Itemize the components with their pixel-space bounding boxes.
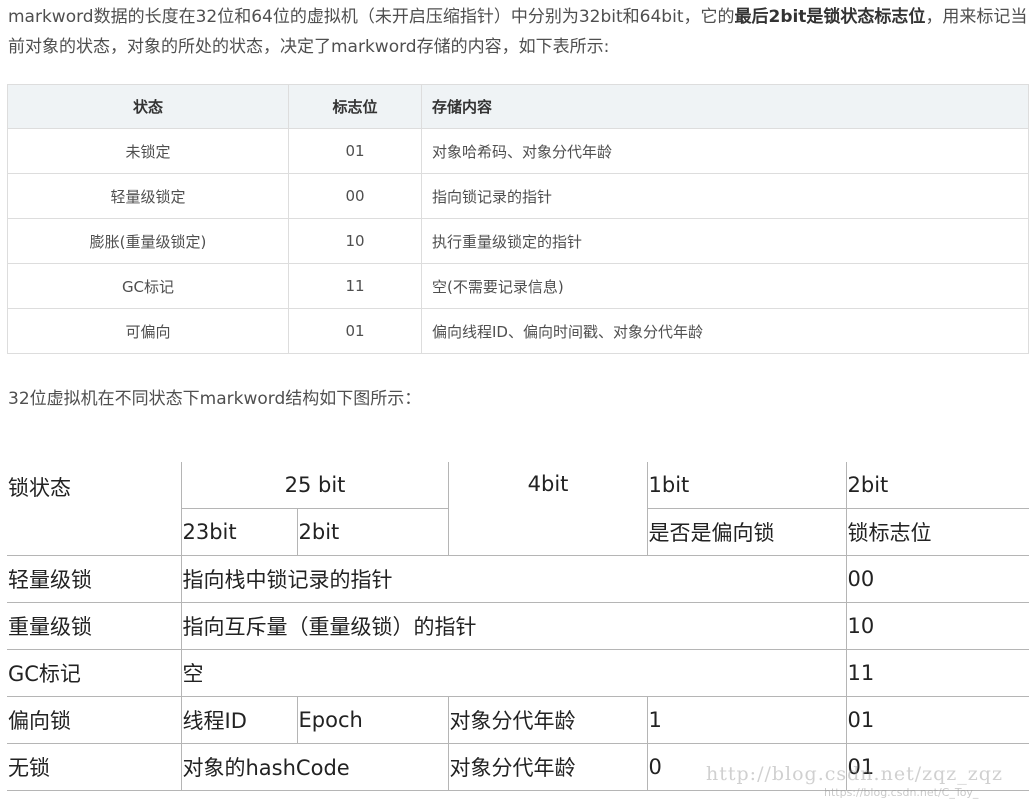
- header-state: 状态: [7, 84, 289, 129]
- cell-content: 对象哈希码、对象分代年龄: [421, 128, 1029, 174]
- row-name: 轻量级锁: [7, 555, 182, 603]
- intro-text-1: markword数据的长度在32位和64位的虚拟机（未开启压缩指针）中分别为32…: [8, 7, 735, 27]
- table-row: 可偏向 01 偏向线程ID、偏向时间戳、对象分代年龄: [7, 308, 1029, 354]
- table-row: 轻量级锁 指向栈中锁记录的指针 00: [7, 555, 1029, 603]
- figure-caption: 32位虚拟机在不同状态下markword结构如下图所示：: [8, 389, 422, 409]
- row-age: 对象分代年龄: [447, 696, 648, 744]
- cell-flag: 11: [288, 263, 422, 309]
- cell-flag: 00: [288, 173, 422, 219]
- row-name: GC标记: [7, 649, 182, 697]
- markword-structure-table: 锁状态 25 bit 4bit 1bit 2bit 23bit 2bit 是否是…: [7, 462, 1029, 791]
- table-row: 偏向锁 线程ID Epoch 对象分代年龄 1 01: [7, 696, 1029, 744]
- row-content: 指向栈中锁记录的指针: [180, 555, 847, 603]
- markword-state-table: 状态 标志位 存储内容 未锁定 01 对象哈希码、对象分代年龄 轻量级锁定 00…: [7, 84, 1029, 354]
- watermark: http://blog.csdn.net/zqz_zqz: [706, 763, 1003, 785]
- intro-bold-text: 最后2bit是锁状态标志位: [734, 7, 926, 27]
- intro-paragraph: markword数据的长度在32位和64位的虚拟机（未开启压缩指针）中分别为32…: [8, 2, 1030, 62]
- cell-content: 执行重量级锁定的指针: [421, 218, 1029, 264]
- row-age: 对象分代年龄: [447, 743, 648, 791]
- row-flag: 01: [845, 696, 1029, 744]
- cell-state: 膨胀(重量级锁定): [7, 218, 289, 264]
- structure-header-row-1: 锁状态 25 bit 4bit 1bit 2bit: [7, 462, 1029, 556]
- header-biased-flag: 是否是偏向锁: [646, 508, 847, 556]
- header-flag: 标志位: [288, 84, 422, 129]
- cell-content: 空(不需要记录信息): [421, 263, 1029, 309]
- row-flag: 00: [845, 555, 1029, 603]
- header-content: 存储内容: [421, 84, 1029, 129]
- cell-content: 指向锁记录的指针: [421, 173, 1029, 219]
- row-flag: 11: [845, 649, 1029, 697]
- row-name: 无锁: [7, 743, 182, 791]
- header-lock-flag: 锁标志位: [845, 508, 1029, 556]
- table-row: 未锁定 01 对象哈希码、对象分代年龄: [7, 128, 1029, 174]
- row-biased-bit: 1: [646, 696, 847, 744]
- cell-state: 可偏向: [7, 308, 289, 354]
- table-header-row: 状态 标志位 存储内容: [7, 84, 1029, 129]
- row-name: 重量级锁: [7, 602, 182, 650]
- cell-content: 偏向线程ID、偏向时间戳、对象分代年龄: [421, 308, 1029, 354]
- table-row: GC标记 空 11: [7, 649, 1029, 697]
- markword-structure-figure: 锁状态 25 bit 4bit 1bit 2bit 23bit 2bit 是否是…: [7, 462, 1029, 796]
- row-content: 空: [180, 649, 847, 697]
- table-row: 重量级锁 指向互斥量（重量级锁）的指针 10: [7, 602, 1029, 650]
- cell-flag: 01: [288, 128, 422, 174]
- cell-state: 未锁定: [7, 128, 289, 174]
- header-2bit: 2bit: [845, 462, 1029, 509]
- cell-flag: 10: [288, 218, 422, 264]
- table-row: GC标记 11 空(不需要记录信息): [7, 263, 1029, 309]
- row-content: 指向互斥量（重量级锁）的指针: [180, 602, 847, 650]
- header-4bit: 4bit: [447, 462, 648, 556]
- cell-state: 轻量级锁定: [7, 173, 289, 219]
- header-2bit-sub: 2bit: [296, 508, 449, 556]
- row-name: 偏向锁: [7, 696, 182, 744]
- header-lock-state: 锁状态: [7, 462, 182, 556]
- row-thread-id: 线程ID: [180, 696, 298, 744]
- cell-state: GC标记: [7, 263, 289, 309]
- table-row: 轻量级锁定 00 指向锁记录的指针: [7, 173, 1029, 219]
- table-row: 膨胀(重量级锁定) 10 执行重量级锁定的指针: [7, 218, 1029, 264]
- header-1bit: 1bit: [646, 462, 847, 509]
- header-23bit: 23bit: [180, 508, 298, 556]
- watermark-small: https://blog.csdn.net/C_Toy_: [824, 786, 979, 799]
- header-25bit: 25 bit: [180, 462, 449, 509]
- row-epoch: Epoch: [296, 696, 449, 744]
- row-hashcode: 对象的hashCode: [180, 743, 449, 791]
- row-flag: 10: [845, 602, 1029, 650]
- cell-flag: 01: [288, 308, 422, 354]
